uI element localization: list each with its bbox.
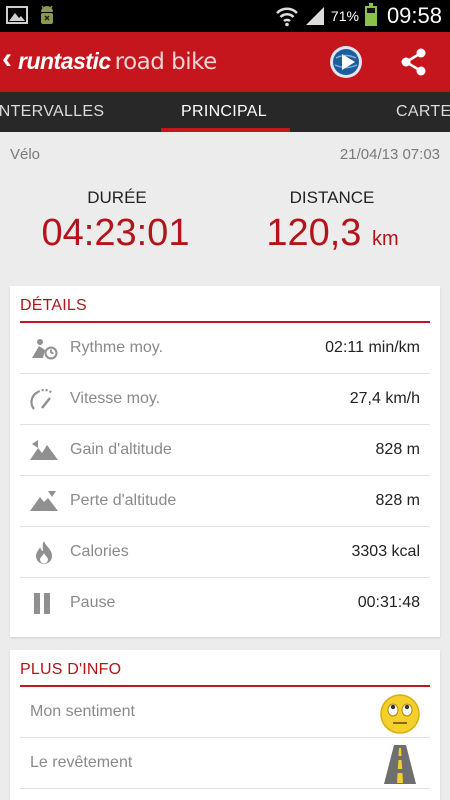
- elevation-gain-icon: [30, 440, 58, 460]
- more-info-label: Mon sentiment: [30, 703, 135, 720]
- tab-carte[interactable]: CARTE: [396, 103, 450, 121]
- distance-unit: km: [371, 228, 399, 250]
- speedometer-icon: [30, 388, 53, 410]
- detail-row-calories: Calories 3303 kcal: [20, 527, 430, 578]
- pace-icon: [32, 339, 58, 360]
- details-title: DÉTAILS: [20, 297, 87, 314]
- detail-row-elevation-loss: Perte d'altitude 828 m: [20, 476, 430, 527]
- more-info-row-feeling[interactable]: Mon sentiment: [20, 687, 430, 738]
- tab-principal[interactable]: PRINCIPAL: [181, 103, 267, 121]
- flame-icon: [36, 541, 52, 564]
- image-icon: [6, 6, 28, 24]
- status-bar: 71% 09:58: [0, 0, 450, 32]
- detail-row-pause: Pause 00:31:48: [20, 578, 430, 629]
- detail-row-pace: Rythme moy. 02:11 min/km: [20, 323, 430, 374]
- duration-label: DURÉE: [87, 188, 147, 207]
- detail-label: Rythme moy.: [70, 339, 164, 356]
- sport-type: Vélo: [10, 146, 41, 163]
- detail-label: Vitesse moy.: [70, 390, 161, 407]
- tab-bar: INTERVALLES PRINCIPAL CARTE: [0, 92, 450, 132]
- app-logo[interactable]: runtastic road bike: [18, 47, 217, 76]
- wifi-icon: [276, 7, 298, 27]
- distance-label: DISTANCE: [289, 188, 375, 207]
- battery-percent: 71%: [330, 8, 359, 24]
- distance-number: 120,3: [266, 212, 362, 254]
- elevation-loss-icon: [30, 491, 58, 511]
- battery-fill: [366, 12, 375, 24]
- battery-icon: [364, 3, 377, 26]
- tab-indicator: [161, 128, 290, 132]
- detail-label: Gain d'altitude: [70, 441, 172, 458]
- android-debug-icon: [41, 5, 53, 24]
- detail-value: 02:11 min/km: [325, 339, 420, 356]
- signal-icon: [305, 7, 324, 25]
- share-icon[interactable]: [398, 46, 430, 78]
- brand-primary: runtastic: [18, 48, 111, 74]
- emoji-face-icon[interactable]: [378, 691, 422, 735]
- more-info-row-surface[interactable]: Le revêtement: [20, 738, 430, 789]
- detail-row-speed: Vitesse moy. 27,4 km/h: [20, 374, 430, 425]
- detail-value: 27,4 km/h: [349, 390, 420, 407]
- detail-label: Perte d'altitude: [70, 492, 177, 509]
- clock: 09:58: [386, 3, 442, 28]
- detail-value: 828 m: [375, 441, 420, 458]
- pause-icon: [34, 593, 50, 614]
- more-info-label: Le revêtement: [30, 754, 133, 771]
- globe-icon[interactable]: [329, 45, 363, 79]
- detail-row-elevation-gain: Gain d'altitude 828 m: [20, 425, 430, 476]
- back-chevron-icon[interactable]: ‹: [2, 44, 12, 74]
- more-info-card: PLUS D'INFO Mon sentiment Le revêtement: [10, 650, 440, 800]
- detail-label: Calories: [70, 543, 129, 560]
- duration-value: 04:23:01: [3, 212, 228, 255]
- detail-value: 00:31:48: [357, 594, 420, 611]
- activity-datetime: 21/04/13 07:03: [339, 146, 440, 163]
- detail-value: 3303 kcal: [351, 543, 421, 560]
- detail-value: 828 m: [375, 492, 420, 509]
- details-card: DÉTAILS Rythme moy. 02:11 min/km Vitesse…: [10, 286, 440, 637]
- tab-intervalles[interactable]: INTERVALLES: [0, 103, 104, 121]
- distance-value: 120,3 km: [220, 212, 445, 255]
- more-info-title: PLUS D'INFO: [20, 661, 122, 678]
- duration-number: 04:23:01: [41, 212, 190, 254]
- brand-secondary: road bike: [114, 49, 218, 75]
- action-bar: ‹ runtastic road bike: [0, 32, 450, 92]
- road-surface-icon[interactable]: [378, 742, 422, 786]
- detail-label: Pause: [70, 594, 116, 611]
